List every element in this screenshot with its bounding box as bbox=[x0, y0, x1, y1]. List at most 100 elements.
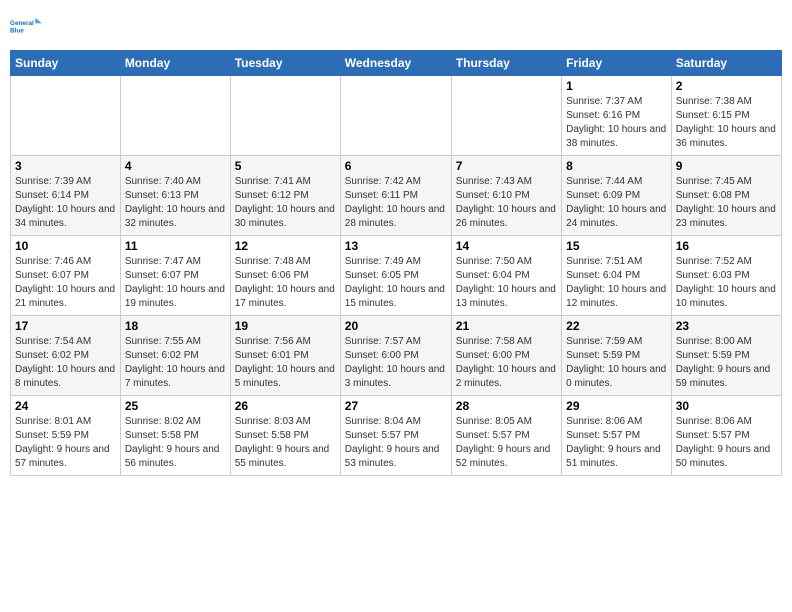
svg-text:Blue: Blue bbox=[10, 27, 24, 34]
day-info: Sunrise: 7:46 AMSunset: 6:07 PMDaylight:… bbox=[15, 255, 116, 311]
header-day-monday: Monday bbox=[120, 51, 230, 76]
day-info: Sunrise: 7:43 AMSunset: 6:10 PMDaylight:… bbox=[456, 175, 557, 231]
header-day-sunday: Sunday bbox=[11, 51, 121, 76]
calendar-cell: 2Sunrise: 7:38 AMSunset: 6:15 PMDaylight… bbox=[671, 76, 781, 156]
calendar-cell: 12 Sunrise: 7:48 AMSunset: 6:06 PMDayligh… bbox=[230, 236, 340, 316]
day-info: Sunrise: 8:05 AMSunset: 5:57 PMDaylight:… bbox=[456, 415, 557, 471]
day-info: Sunrise: 7:56 AMSunset: 6:01 PMDaylight:… bbox=[235, 335, 336, 391]
calendar-cell: 21 Sunrise: 7:58 AMSunset: 6:00 PMDayligh… bbox=[451, 316, 561, 396]
header-day-friday: Friday bbox=[562, 51, 672, 76]
calendar-cell: 1 Sunrise: 7:37 AMSunset: 6:16 PMDaylight… bbox=[562, 76, 672, 156]
day-number: 25 bbox=[125, 399, 226, 413]
day-info: Sunrise: 7:57 AMSunset: 6:00 PMDaylight:… bbox=[345, 335, 447, 391]
day-number: 12 bbox=[235, 239, 336, 253]
day-info: Sunrise: 8:02 AMSunset: 5:58 PMDaylight:… bbox=[125, 415, 226, 471]
day-number: 23 bbox=[676, 319, 777, 333]
calendar-cell: 18 Sunrise: 7:55 AMSunset: 6:02 PMDayligh… bbox=[120, 316, 230, 396]
week-row-4: 17 Sunrise: 7:54 AMSunset: 6:02 PMDayligh… bbox=[11, 316, 782, 396]
logo: GeneralBlue bbox=[10, 10, 42, 42]
calendar-cell: 26 Sunrise: 8:03 AMSunset: 5:58 PMDayligh… bbox=[230, 396, 340, 476]
calendar-cell: 11 Sunrise: 7:47 AMSunset: 6:07 PMDayligh… bbox=[120, 236, 230, 316]
day-info: Sunrise: 8:06 AMSunset: 5:57 PMDaylight:… bbox=[566, 415, 667, 471]
day-number: 22 bbox=[566, 319, 667, 333]
day-number: 6 bbox=[345, 159, 447, 173]
calendar-cell: 22 Sunrise: 7:59 AMSunset: 5:59 PMDayligh… bbox=[562, 316, 672, 396]
day-info: Sunrise: 7:40 AMSunset: 6:13 PMDaylight:… bbox=[125, 175, 226, 231]
day-number: 1 bbox=[566, 79, 667, 93]
day-info: Sunrise: 8:06 AMSunset: 5:57 PMDaylight:… bbox=[676, 415, 777, 471]
day-number: 5 bbox=[235, 159, 336, 173]
calendar-cell: 30Sunrise: 8:06 AMSunset: 5:57 PMDayligh… bbox=[671, 396, 781, 476]
calendar-cell bbox=[11, 76, 121, 156]
svg-text:General: General bbox=[10, 20, 34, 27]
calendar-body: 1 Sunrise: 7:37 AMSunset: 6:16 PMDaylight… bbox=[11, 76, 782, 476]
day-info: Sunrise: 7:58 AMSunset: 6:00 PMDaylight:… bbox=[456, 335, 557, 391]
calendar-table: SundayMondayTuesdayWednesdayThursdayFrid… bbox=[10, 50, 782, 476]
day-info: Sunrise: 7:42 AMSunset: 6:11 PMDaylight:… bbox=[345, 175, 447, 231]
day-info: Sunrise: 7:39 AMSunset: 6:14 PMDaylight:… bbox=[15, 175, 116, 231]
calendar-cell bbox=[120, 76, 230, 156]
day-number: 28 bbox=[456, 399, 557, 413]
page-header: GeneralBlue bbox=[10, 10, 782, 42]
day-number: 3 bbox=[15, 159, 116, 173]
day-info: Sunrise: 7:52 AMSunset: 6:03 PMDaylight:… bbox=[676, 255, 777, 311]
calendar-cell: 16Sunrise: 7:52 AMSunset: 6:03 PMDayligh… bbox=[671, 236, 781, 316]
calendar-header: SundayMondayTuesdayWednesdayThursdayFrid… bbox=[11, 51, 782, 76]
day-info: Sunrise: 7:51 AMSunset: 6:04 PMDaylight:… bbox=[566, 255, 667, 311]
calendar-cell: 19 Sunrise: 7:56 AMSunset: 6:01 PMDayligh… bbox=[230, 316, 340, 396]
calendar-cell bbox=[230, 76, 340, 156]
calendar-cell: 27 Sunrise: 8:04 AMSunset: 5:57 PMDayligh… bbox=[340, 396, 451, 476]
day-info: Sunrise: 7:47 AMSunset: 6:07 PMDaylight:… bbox=[125, 255, 226, 311]
day-number: 7 bbox=[456, 159, 557, 173]
day-info: Sunrise: 7:41 AMSunset: 6:12 PMDaylight:… bbox=[235, 175, 336, 231]
day-info: Sunrise: 7:37 AMSunset: 6:16 PMDaylight:… bbox=[566, 95, 667, 151]
day-info: Sunrise: 7:45 AMSunset: 6:08 PMDaylight:… bbox=[676, 175, 777, 231]
calendar-cell: 14Sunrise: 7:50 AMSunset: 6:04 PMDayligh… bbox=[451, 236, 561, 316]
week-row-5: 24 Sunrise: 8:01 AMSunset: 5:59 PMDayligh… bbox=[11, 396, 782, 476]
day-info: Sunrise: 8:00 AMSunset: 5:59 PMDaylight:… bbox=[676, 335, 777, 391]
calendar-cell: 25 Sunrise: 8:02 AMSunset: 5:58 PMDayligh… bbox=[120, 396, 230, 476]
day-info: Sunrise: 7:55 AMSunset: 6:02 PMDaylight:… bbox=[125, 335, 226, 391]
day-info: Sunrise: 7:59 AMSunset: 5:59 PMDaylight:… bbox=[566, 335, 667, 391]
calendar-cell: 10Sunrise: 7:46 AMSunset: 6:07 PMDayligh… bbox=[11, 236, 121, 316]
day-number: 18 bbox=[125, 319, 226, 333]
week-row-3: 10Sunrise: 7:46 AMSunset: 6:07 PMDayligh… bbox=[11, 236, 782, 316]
day-number: 26 bbox=[235, 399, 336, 413]
calendar-cell: 4 Sunrise: 7:40 AMSunset: 6:13 PMDaylight… bbox=[120, 156, 230, 236]
day-info: Sunrise: 8:04 AMSunset: 5:57 PMDaylight:… bbox=[345, 415, 447, 471]
calendar-cell bbox=[340, 76, 451, 156]
day-info: Sunrise: 7:50 AMSunset: 6:04 PMDaylight:… bbox=[456, 255, 557, 311]
calendar-cell: 6 Sunrise: 7:42 AMSunset: 6:11 PMDaylight… bbox=[340, 156, 451, 236]
day-number: 17 bbox=[15, 319, 116, 333]
day-number: 9 bbox=[676, 159, 777, 173]
week-row-2: 3 Sunrise: 7:39 AMSunset: 6:14 PMDaylight… bbox=[11, 156, 782, 236]
calendar-cell: 7 Sunrise: 7:43 AMSunset: 6:10 PMDaylight… bbox=[451, 156, 561, 236]
day-info: Sunrise: 7:54 AMSunset: 6:02 PMDaylight:… bbox=[15, 335, 116, 391]
calendar-cell: 24 Sunrise: 8:01 AMSunset: 5:59 PMDayligh… bbox=[11, 396, 121, 476]
header-day-thursday: Thursday bbox=[451, 51, 561, 76]
day-number: 27 bbox=[345, 399, 447, 413]
calendar-cell: 23 Sunrise: 8:00 AMSunset: 5:59 PMDayligh… bbox=[671, 316, 781, 396]
calendar-cell: 29 Sunrise: 8:06 AMSunset: 5:57 PMDayligh… bbox=[562, 396, 672, 476]
day-number: 24 bbox=[15, 399, 116, 413]
day-info: Sunrise: 7:48 AMSunset: 6:06 PMDaylight:… bbox=[235, 255, 336, 311]
day-number: 15 bbox=[566, 239, 667, 253]
day-info: Sunrise: 7:44 AMSunset: 6:09 PMDaylight:… bbox=[566, 175, 667, 231]
day-number: 8 bbox=[566, 159, 667, 173]
day-number: 21 bbox=[456, 319, 557, 333]
day-number: 19 bbox=[235, 319, 336, 333]
day-number: 4 bbox=[125, 159, 226, 173]
calendar-cell: 28 Sunrise: 8:05 AMSunset: 5:57 PMDayligh… bbox=[451, 396, 561, 476]
header-day-saturday: Saturday bbox=[671, 51, 781, 76]
day-info: Sunrise: 7:38 AMSunset: 6:15 PMDaylight:… bbox=[676, 95, 777, 151]
day-info: Sunrise: 8:03 AMSunset: 5:58 PMDaylight:… bbox=[235, 415, 336, 471]
day-number: 13 bbox=[345, 239, 447, 253]
day-number: 29 bbox=[566, 399, 667, 413]
header-row: SundayMondayTuesdayWednesdayThursdayFrid… bbox=[11, 51, 782, 76]
day-info: Sunrise: 7:49 AMSunset: 6:05 PMDaylight:… bbox=[345, 255, 447, 311]
calendar-cell: 20Sunrise: 7:57 AMSunset: 6:00 PMDayligh… bbox=[340, 316, 451, 396]
day-number: 11 bbox=[125, 239, 226, 253]
day-info: Sunrise: 8:01 AMSunset: 5:59 PMDaylight:… bbox=[15, 415, 116, 471]
calendar-cell: 5 Sunrise: 7:41 AMSunset: 6:12 PMDaylight… bbox=[230, 156, 340, 236]
calendar-cell: 8 Sunrise: 7:44 AMSunset: 6:09 PMDaylight… bbox=[562, 156, 672, 236]
